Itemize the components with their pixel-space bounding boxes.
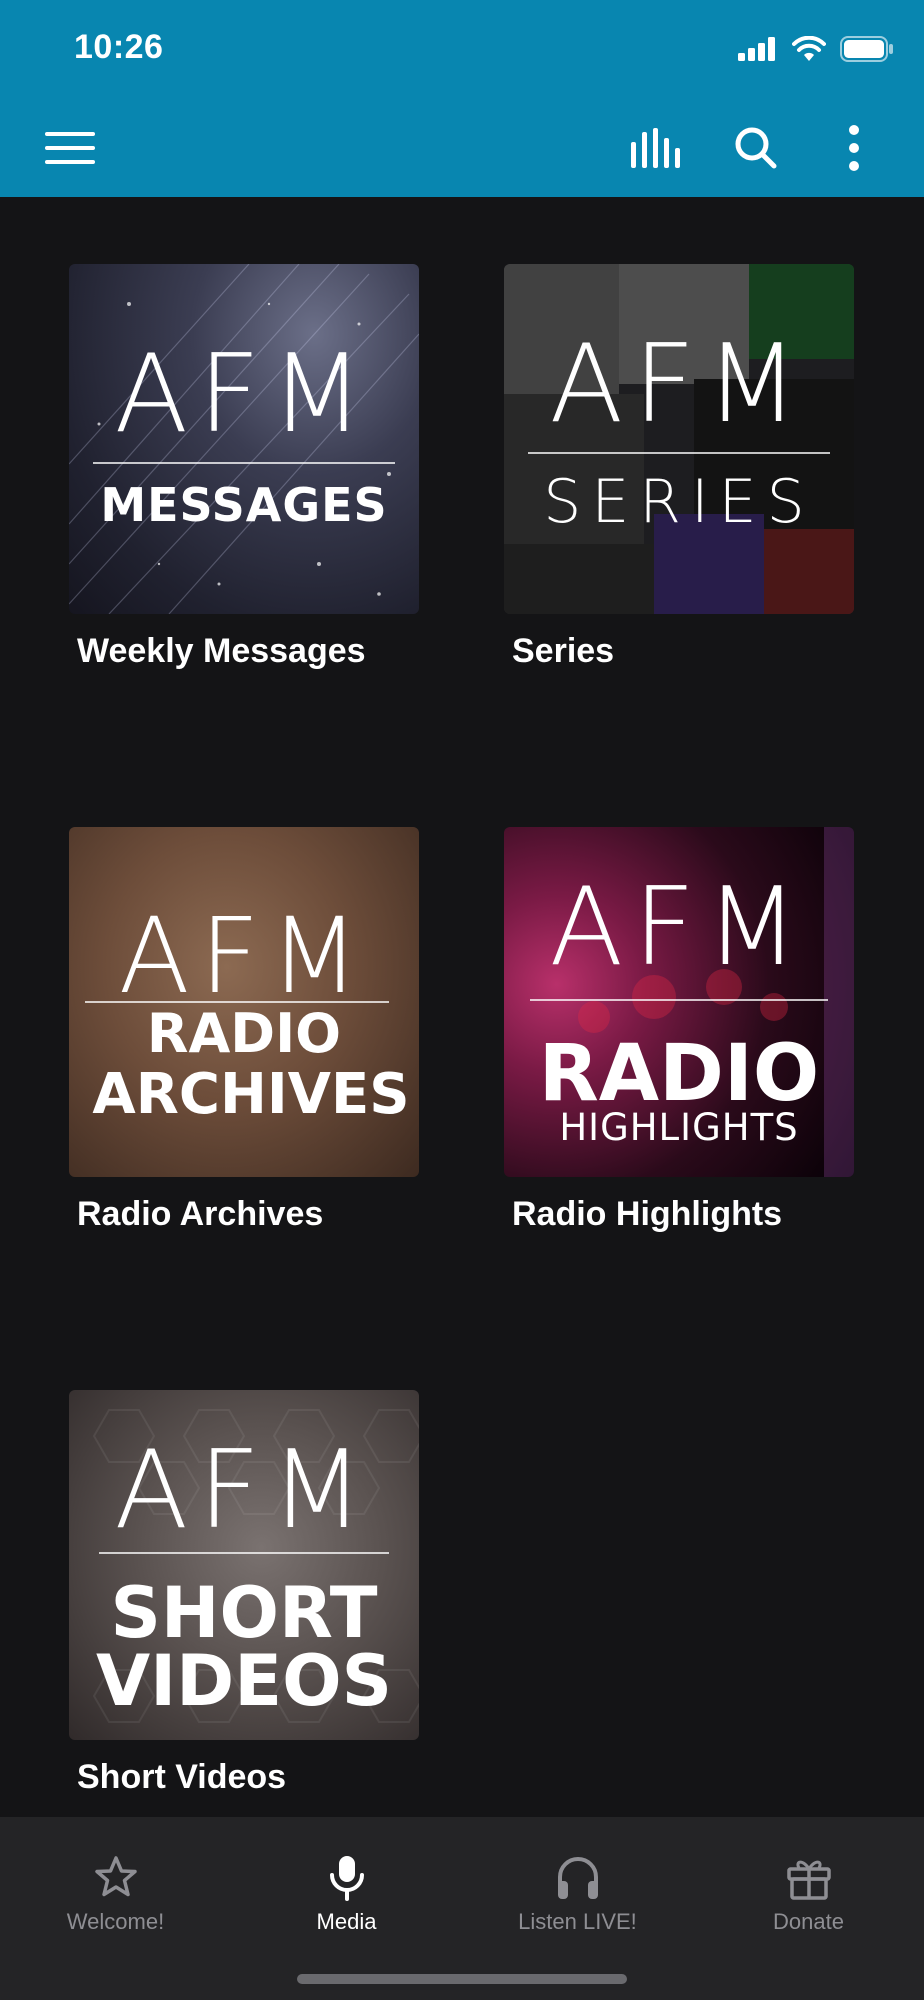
tile-title: Radio Highlights [512, 1195, 783, 1233]
tile-artwork: AFM RADIO ARCHIVES [69, 827, 419, 1177]
artwork-subtitle-line1: RADIO [538, 1029, 820, 1119]
bottom-nav: Welcome! Media Listen LIVE! Donate [0, 1817, 924, 2000]
tile-radio-archives[interactable]: AFM RADIO ARCHIVES Radio Archives [69, 827, 419, 1233]
artwork-subtitle-line1: SHORT [110, 1572, 378, 1654]
artwork-brand: AFM [114, 1428, 374, 1553]
tile-weekly-messages[interactable]: AFM MESSAGES Weekly Messages [69, 264, 419, 670]
artwork-subtitle-line2: HIGHLIGHTS [559, 1106, 799, 1149]
artwork-subtitle-line1: RADIO [146, 1002, 342, 1065]
artwork-divider [530, 999, 828, 1001]
search-icon [735, 127, 777, 169]
star-icon [94, 1856, 137, 1897]
artwork-subtitle-line2: VIDEOS [95, 1640, 393, 1722]
nav-welcome[interactable]: Welcome! [0, 1817, 231, 1947]
status-icons [738, 36, 894, 62]
tile-artwork: AFM SERIES [504, 264, 854, 614]
audio-bars-icon [631, 128, 680, 168]
artwork-subtitle-line2: ARCHIVES [92, 1062, 410, 1127]
menu-icon [45, 132, 95, 164]
tile-artwork: AFM SHORT VIDEOS [69, 1390, 419, 1740]
tile-artwork: AFM MESSAGES [69, 264, 419, 614]
nav-label: Welcome! [66, 1909, 165, 1934]
tile-series[interactable]: AFM SERIES Series [504, 264, 854, 670]
app-bar [0, 100, 924, 197]
tile-radio-highlights[interactable]: AFM RADIO HIGHLIGHTS Radio Highlights [504, 827, 854, 1233]
artwork-brand: AFM [549, 322, 809, 447]
artwork-subtitle: SERIES [543, 467, 815, 537]
tile-title: Short Videos [77, 1758, 287, 1796]
artwork-divider [93, 462, 395, 464]
wifi-icon [792, 36, 826, 61]
cellular-signal-icon [738, 37, 775, 61]
tile-short-videos[interactable]: AFM SHORT VIDEOS Short Videos [69, 1390, 419, 1796]
more-vertical-icon [849, 125, 859, 171]
nav-label: Donate [773, 1909, 844, 1934]
artwork-brand: AFM [549, 865, 809, 990]
nav-donate[interactable]: Donate [693, 1817, 924, 1947]
status-time: 10:26 [74, 28, 164, 66]
tile-title: Series [512, 632, 615, 670]
more-options-button[interactable] [828, 122, 880, 174]
nav-label: Media [316, 1909, 377, 1934]
artwork-brand: AFM [114, 332, 374, 457]
tile-artwork: AFM RADIO HIGHLIGHTS [504, 827, 854, 1177]
battery-icon [840, 36, 893, 62]
search-button[interactable] [730, 122, 782, 174]
artwork-divider [99, 1552, 389, 1554]
artwork-divider [528, 452, 830, 454]
gift-icon [786, 1860, 831, 1900]
tile-title: Radio Archives [77, 1195, 324, 1233]
artwork-subtitle: MESSAGES [100, 478, 388, 532]
nav-label: Listen LIVE! [518, 1909, 637, 1934]
headphones-icon [557, 1857, 598, 1899]
tile-title: Weekly Messages [77, 632, 366, 670]
player-button[interactable] [630, 122, 682, 174]
status-bar: 10:26 [0, 0, 924, 100]
media-grid: AFM MESSAGES Weekly Messages AFM SERIES [0, 197, 924, 1817]
menu-button[interactable] [44, 122, 96, 174]
home-indicator [297, 1974, 627, 1984]
nav-listen-live[interactable]: Listen LIVE! [462, 1817, 693, 1947]
nav-media[interactable]: Media [231, 1817, 462, 1947]
artwork-brand: AFM [118, 895, 370, 1017]
microphone-icon [329, 1856, 364, 1901]
